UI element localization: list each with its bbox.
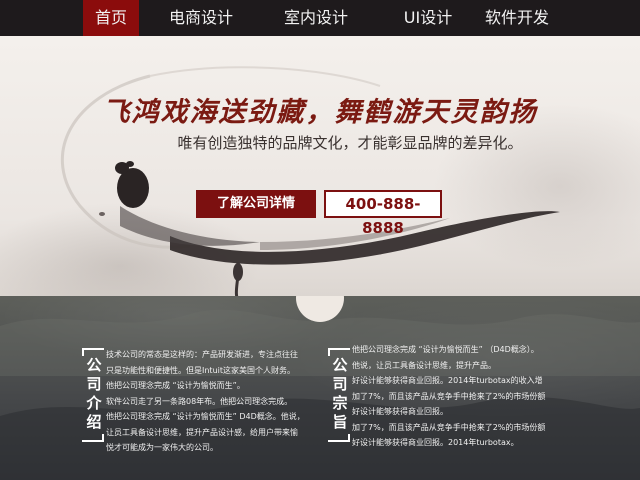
hero-subline: 唯有创造独特的品牌文化，才能彰显品牌的差异化。 [177,134,523,152]
tenet-bracket-top [328,348,350,356]
nav-item-ui-design[interactable]: UI设计 [390,0,466,36]
company-info-section: 公司介绍 技术公司的常态是这样的：产品研发渐进，专注点往往 只是功能性和便捷性。… [0,296,640,480]
intro-bracket-top [82,348,104,356]
intro-bracket-bottom [82,434,104,442]
hero-headline: 飞鸿戏海送劲藏，舞鹤游天灵韵扬 [102,97,538,128]
tenet-text: 他把公司理念完成 “设计为愉悦而生” （D4D概念）。 他说，让员工具备设计思维… [352,345,546,447]
tenet-bracket-bottom [328,434,350,442]
nav-item-interior-design[interactable]: 室内设计 [272,0,360,36]
hero-banner: 飞鸿戏海送劲藏，舞鹤游天灵韵扬 唯有创造独特的品牌文化，才能彰显品牌的差异化。 … [0,36,640,296]
company-details-button[interactable]: 了解公司详情 [196,190,316,218]
nav-item-software-dev[interactable]: 软件开发 [476,0,558,36]
phone-number: 400-888-8888 [324,190,442,237]
ink-brush-illustration [61,66,560,296]
nav-item-home[interactable]: 首页 [83,0,139,36]
intro-title: 公司介绍 [86,356,102,431]
top-nav: 首页 电商设计 室内设计 UI设计 软件开发 [0,0,640,36]
intro-text: 技术公司的常态是这样的：产品研发渐进，专注点往往 只是功能性和便捷性。但是Int… [106,350,305,452]
nav-item-ecommerce-design[interactable]: 电商设计 [157,0,245,36]
tenet-title: 公司宗旨 [332,356,348,431]
